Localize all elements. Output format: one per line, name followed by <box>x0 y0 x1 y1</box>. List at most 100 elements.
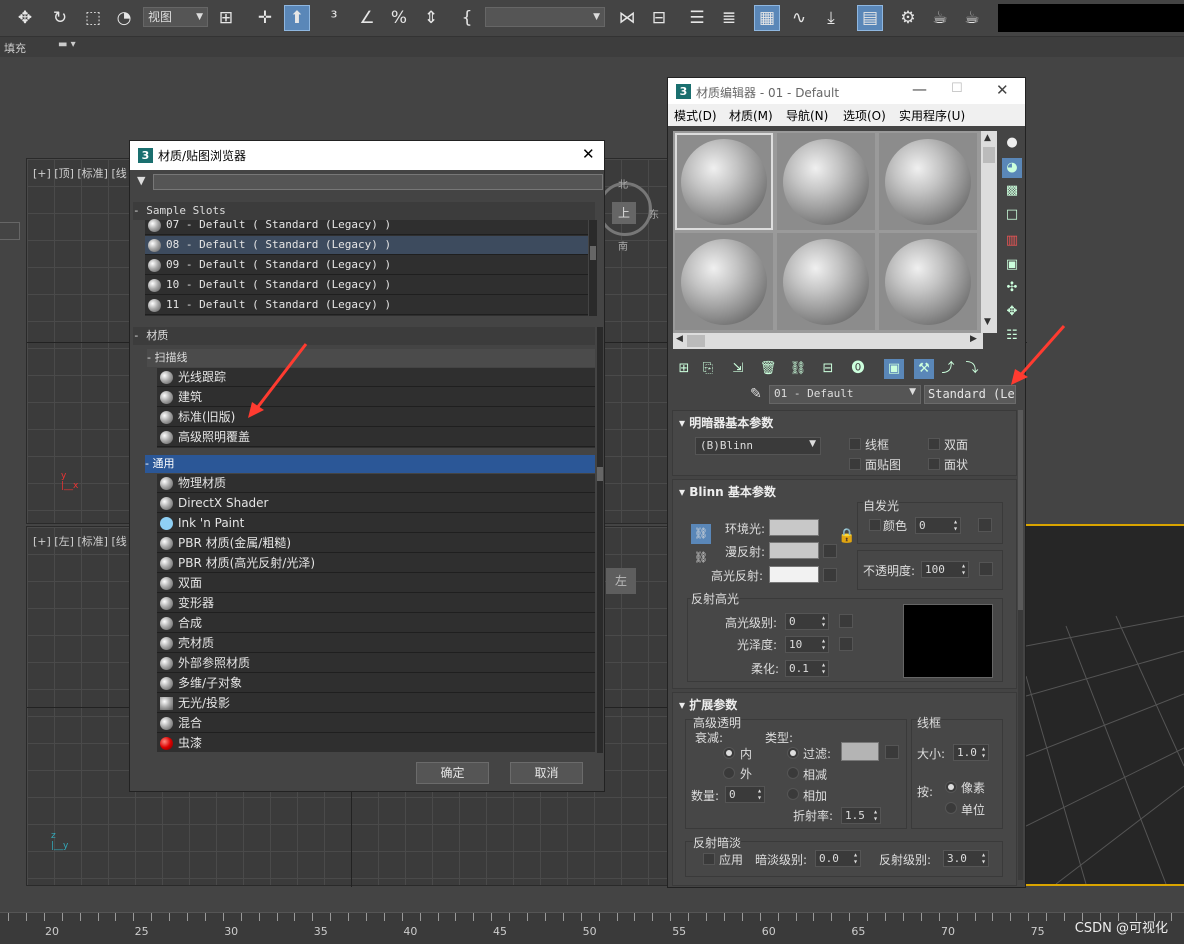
timeline-ruler[interactable]: 20 25 30 35 40 45 50 55 60 65 70 75 CSDN @可视化 <box>0 912 1184 944</box>
type-subtractive-radio[interactable] <box>787 767 799 779</box>
sample-slot-4[interactable] <box>675 233 773 330</box>
scene-explorer-icon[interactable]: ☰ <box>684 5 710 31</box>
general-material-row[interactable]: 多维/子对象 <box>157 674 595 693</box>
general-material-row[interactable]: 合成 <box>157 614 595 633</box>
sample-slot-row[interactable]: 07 - Default ( Standard (Legacy) ) <box>145 216 588 235</box>
two-sided-checkbox[interactable] <box>928 438 940 450</box>
fill-dropdown-icon[interactable]: ▬ ▾ <box>58 39 76 50</box>
sample-slot-6[interactable] <box>879 233 977 330</box>
render-setup-icon[interactable]: ⚙ <box>895 5 921 31</box>
scanline-header[interactable]: - 扫描线 <box>147 349 595 367</box>
side-panel-tab[interactable] <box>0 222 20 240</box>
rendered-frame-icon[interactable]: ☕ <box>927 5 953 31</box>
general-material-row[interactable]: 双面 <box>157 574 595 593</box>
wire-checkbox[interactable] <box>849 438 861 450</box>
viewport-top-label[interactable]: [+] [顶] [标准] [线 <box>33 165 127 181</box>
shader-dropdown[interactable]: (B)Blinn ▼ <box>695 437 821 455</box>
close-icon[interactable]: ✕ <box>582 145 595 163</box>
general-material-row[interactable]: 壳材质 <box>157 634 595 653</box>
sample-type-sphere-icon[interactable]: ● <box>1002 133 1022 153</box>
view-dropdown[interactable]: 视图 ▼ <box>143 7 208 27</box>
command-field[interactable] <box>998 4 1184 32</box>
make-unique-icon[interactable]: ⛓ <box>788 359 808 379</box>
eyedropper-icon[interactable]: ✎ <box>750 386 762 402</box>
menu-options[interactable]: 选项(O) <box>843 107 886 124</box>
snap-3d-icon[interactable]: ³ <box>321 5 347 31</box>
general-material-row[interactable]: DirectX Shader <box>157 494 595 513</box>
ambient-color-swatch[interactable] <box>769 519 819 536</box>
go-to-parent-icon[interactable]: ⤴ <box>938 359 958 379</box>
general-material-row[interactable]: PBR 材质(高光反射/光泽) <box>157 554 595 573</box>
lock-icon[interactable]: 🔒 <box>838 528 855 544</box>
viewport-perspective[interactable] <box>1026 524 1184 886</box>
general-material-row[interactable]: 外部参照材质 <box>157 654 595 673</box>
general-material-row[interactable]: 混合 <box>157 714 595 733</box>
schematic-view-icon[interactable]: ⤓ <box>818 5 844 31</box>
scanline-material-row[interactable]: 光线跟踪 <box>157 368 595 387</box>
view-cube-top[interactable]: 上 北 东 南 <box>598 180 659 253</box>
sample-slot-3[interactable] <box>879 133 977 230</box>
wire-units-radio[interactable] <box>945 802 957 814</box>
select-by-material-icon[interactable]: ✥ <box>1002 302 1022 322</box>
pivot-icon[interactable]: ⊞ <box>213 5 239 31</box>
rotate-icon[interactable]: ↻ <box>47 5 73 31</box>
render-icon[interactable]: ☕ <box>959 5 985 31</box>
apply-dimming-checkbox[interactable] <box>703 853 715 865</box>
general-material-row[interactable]: 无光/投影 <box>157 694 595 713</box>
make-preview-icon[interactable]: ▣ <box>1002 255 1022 275</box>
refl-level-spinner[interactable]: 3.0 ▴ ▾ <box>943 850 989 867</box>
wire-size-spinner[interactable]: 1.0 ▴ ▾ <box>953 744 989 761</box>
opacity-spinner[interactable]: 100 ▴ ▾ <box>921 561 969 578</box>
angle-snap-icon[interactable]: ∠ <box>354 5 380 31</box>
rollout-title[interactable]: ▾ 明暗器基本参数 <box>679 414 773 431</box>
material-editor-icon[interactable]: ▤ <box>857 5 883 31</box>
sample-slot-row[interactable]: 09 - Default ( Standard (Legacy) ) <box>145 256 588 275</box>
put-to-library-icon[interactable]: ⊟ <box>818 359 838 379</box>
face-map-checkbox[interactable] <box>849 458 861 470</box>
general-material-row[interactable]: 虫漆 <box>157 734 595 752</box>
paint-select-icon[interactable]: ◔ <box>111 5 137 31</box>
sample-slot-row[interactable]: 08 - Default ( Standard (Legacy) ) <box>145 236 588 255</box>
falloff-out-radio[interactable] <box>723 767 735 779</box>
assign-material-icon[interactable]: ⇲ <box>728 359 748 379</box>
show-end-result-icon[interactable]: ⚒ <box>914 359 934 379</box>
search-options-icon[interactable]: ▼ <box>137 174 145 187</box>
viewport-left-label[interactable]: [+] [左] [标准] [线 <box>33 533 127 549</box>
general-header[interactable]: - 通用 <box>145 455 595 473</box>
diffuse-map-button[interactable] <box>823 544 837 558</box>
opacity-map-button[interactable] <box>979 562 993 576</box>
material-type-button[interactable]: Standard (Legac <box>924 385 1016 404</box>
cancel-button[interactable]: 取消 <box>510 762 583 784</box>
sample-slot-2[interactable] <box>777 133 875 230</box>
ior-spinner[interactable]: 1.5 ▴ ▾ <box>841 807 881 824</box>
rollout-title[interactable]: ▾ Blinn 基本参数 <box>679 483 776 500</box>
sample-slot-5[interactable] <box>777 233 875 330</box>
view-cube-left[interactable]: 左 <box>606 568 636 594</box>
select-manipulate-icon[interactable]: ✛ <box>252 5 278 31</box>
show-shaded-icon[interactable]: ▣ <box>884 359 904 379</box>
scanline-material-row[interactable]: 高级照明覆盖 <box>157 428 595 447</box>
mirror-icon[interactable]: ⋈ <box>614 5 640 31</box>
browser-titlebar[interactable]: 3 材质/贴图浏览器 ✕ <box>130 141 604 170</box>
sample-slot-1[interactable] <box>675 133 773 230</box>
uv-tiling-icon[interactable]: □ <box>1002 205 1022 225</box>
named-selection-icon[interactable]: { <box>454 5 480 31</box>
menu-mode[interactable]: 模式(D) <box>674 107 717 124</box>
wire-pixels-radio[interactable] <box>945 781 957 793</box>
general-material-row[interactable]: 变形器 <box>157 594 595 613</box>
slot-vscrollbar[interactable]: ▲ ▼ <box>981 131 997 333</box>
filter-map-button[interactable] <box>885 745 899 759</box>
glossiness-spinner[interactable]: 10 ▴ ▾ <box>785 636 829 653</box>
layer-explorer-icon[interactable]: ≣ <box>716 5 742 31</box>
glossiness-map-button[interactable] <box>839 637 853 651</box>
search-input[interactable] <box>153 174 603 190</box>
ribbon-icon[interactable]: ▦ <box>754 5 780 31</box>
get-material-icon[interactable]: ⊞ <box>674 359 694 379</box>
sample-slot-row[interactable]: 10 - Default ( Standard (Legacy) ) <box>145 276 588 295</box>
self-illum-color-checkbox[interactable] <box>869 519 881 531</box>
percent-snap-icon[interactable]: % <box>386 5 412 31</box>
general-material-row[interactable]: PBR 材质(金属/粗糙) <box>157 534 595 553</box>
specular-color-swatch[interactable] <box>769 566 819 583</box>
general-material-row[interactable]: 物理材质 <box>157 474 595 493</box>
self-illum-map-button[interactable] <box>978 518 992 532</box>
